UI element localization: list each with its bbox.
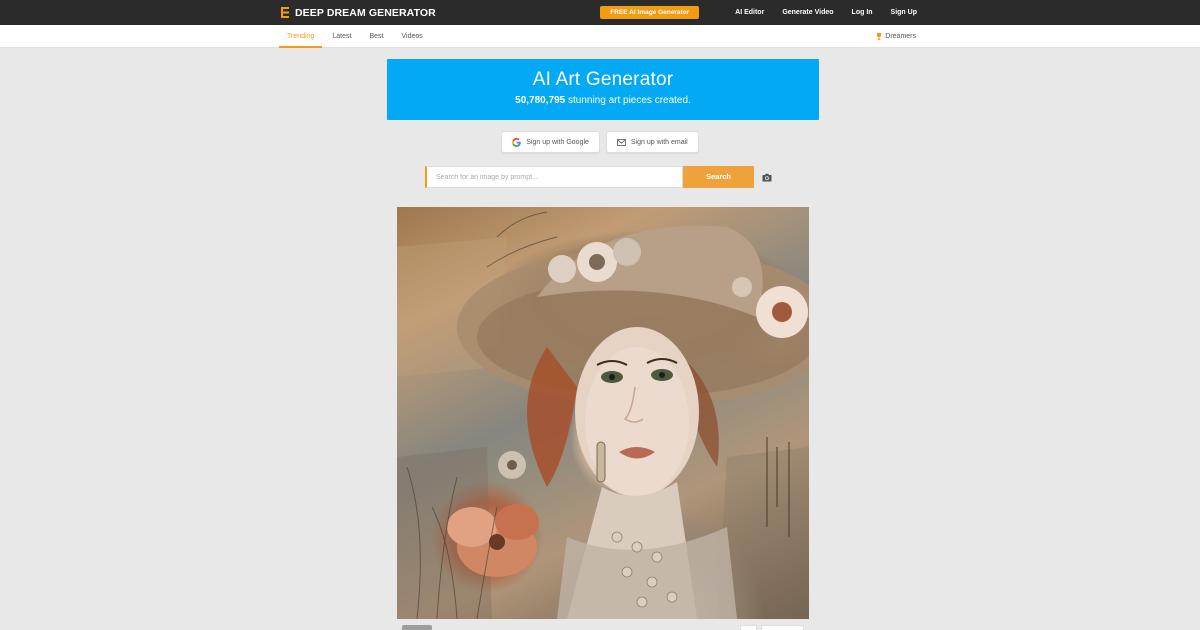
tab-trending[interactable]: Trending bbox=[279, 25, 323, 48]
sign-up-email-button[interactable]: Sign up with email bbox=[605, 131, 699, 153]
image-like-button[interactable] bbox=[761, 625, 804, 630]
google-icon bbox=[512, 137, 522, 147]
image-tag-badge bbox=[402, 625, 432, 630]
hero-banner: AI Art Generator 50,780,795 stunning art… bbox=[387, 59, 819, 120]
nav-sign-up[interactable]: Sign Up bbox=[891, 9, 917, 16]
trophy-icon bbox=[877, 33, 882, 40]
artwork-image bbox=[397, 207, 809, 619]
nav-ai-editor[interactable]: AI Editor bbox=[735, 9, 764, 16]
nav-right: FREE AI Image Generator AI Editor Genera… bbox=[600, 5, 917, 19]
signup-buttons: Sign up with Google Sign up with email bbox=[0, 131, 1200, 153]
page-title: AI Art Generator bbox=[532, 69, 674, 90]
tab-best[interactable]: Best bbox=[361, 25, 391, 48]
search-input[interactable] bbox=[425, 166, 683, 188]
dreamers-label: Dreamers bbox=[885, 33, 916, 40]
sign-up-google-label: Sign up with Google bbox=[526, 138, 589, 146]
logo-icon bbox=[281, 7, 289, 18]
nav-generate-video[interactable]: Generate Video bbox=[782, 9, 833, 16]
feed-tabs: Trending Latest Best Videos bbox=[279, 25, 433, 48]
search-button[interactable]: Search bbox=[683, 166, 754, 188]
camera-icon[interactable] bbox=[762, 173, 772, 182]
image-action-button[interactable] bbox=[740, 625, 757, 630]
hero-subtitle-text: stunning art pieces created. bbox=[565, 95, 691, 106]
brand-name: DEEP DREAM GENERATOR bbox=[295, 6, 436, 19]
brand-logo-link[interactable]: DEEP DREAM GENERATOR bbox=[281, 6, 436, 19]
tab-videos[interactable]: Videos bbox=[393, 25, 430, 48]
sign-up-google-button[interactable]: Sign up with Google bbox=[501, 131, 600, 153]
art-count: 50,780,795 bbox=[515, 95, 566, 106]
mail-icon bbox=[616, 138, 626, 146]
nav-log-in[interactable]: Log In bbox=[852, 9, 873, 16]
sub-navbar: Trending Latest Best Videos Dreamers bbox=[0, 25, 1200, 48]
featured-artwork[interactable] bbox=[397, 207, 809, 619]
sign-up-email-label: Sign up with email bbox=[630, 138, 688, 146]
top-navbar: DEEP DREAM GENERATOR FREE AI Image Gener… bbox=[0, 0, 1200, 25]
search-bar: Search bbox=[425, 166, 775, 188]
free-ai-image-generator-button[interactable]: FREE AI Image Generator bbox=[600, 5, 700, 19]
dreamers-link[interactable]: Dreamers bbox=[876, 25, 916, 48]
tab-latest[interactable]: Latest bbox=[324, 25, 359, 48]
hero-subtitle: 50,780,795 stunning art pieces created. bbox=[387, 95, 819, 106]
